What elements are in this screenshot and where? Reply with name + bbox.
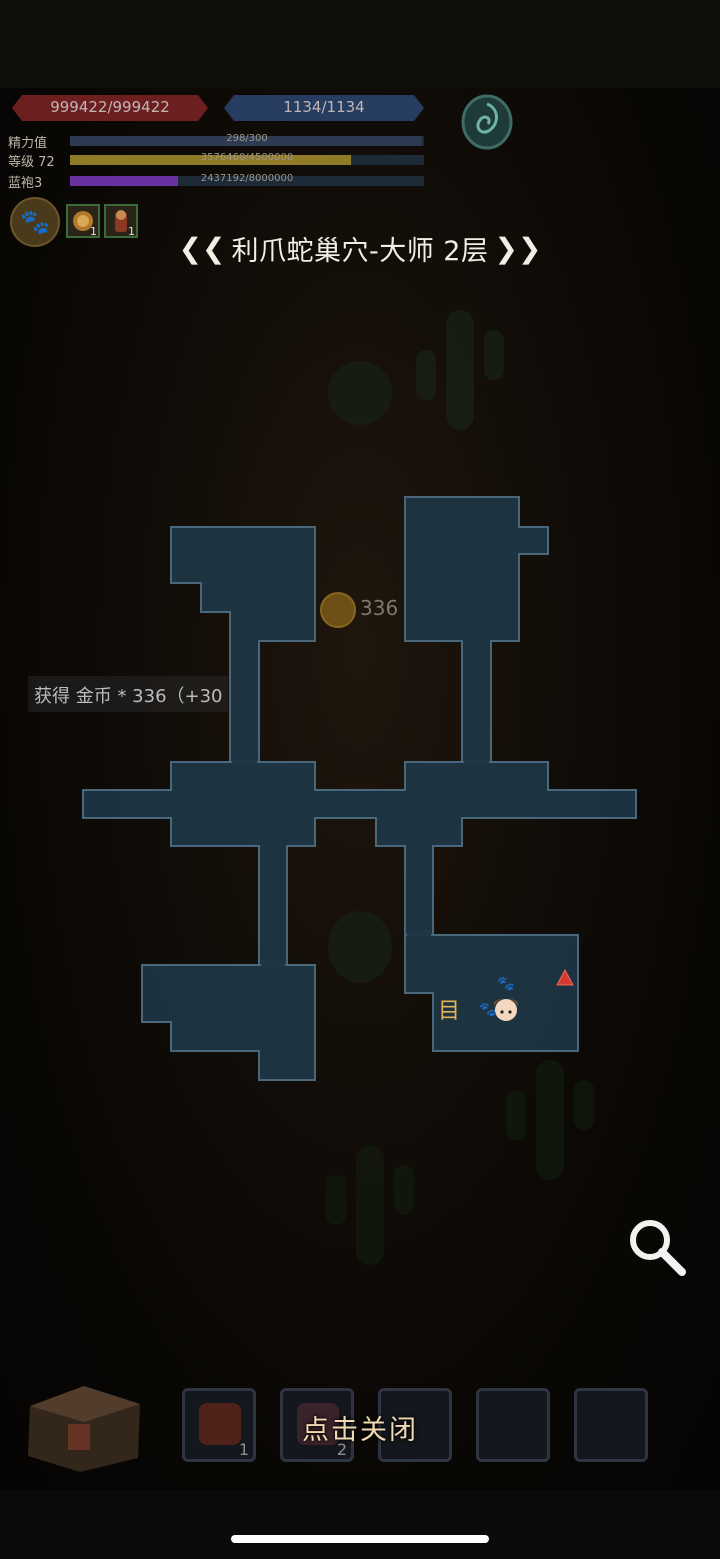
slot-count: 1: [238, 1440, 249, 1459]
inventory-slot-5[interactable]: [574, 1388, 648, 1462]
paw-marker: 🐾: [479, 1002, 496, 1018]
paw-marker: 🐾: [497, 976, 514, 992]
home-indicator[interactable]: [231, 1535, 489, 1543]
map-room-lower-left: [141, 964, 316, 1081]
ladder-marker[interactable]: 目: [438, 999, 460, 1024]
tap-to-close-button[interactable]: 点击关闭: [260, 1408, 460, 1447]
game-screen[interactable]: 999422/999422 1134/1134 精力值 298/300 等级 7…: [0, 0, 720, 1559]
potion-icon: [199, 1403, 241, 1445]
bottom-bar: [0, 1490, 720, 1559]
inventory-slot-4[interactable]: [476, 1388, 550, 1462]
search-icon[interactable]: [624, 1214, 690, 1280]
map-room-upper-left: [170, 526, 316, 763]
dungeon-map[interactable]: 目 🐾 🐾: [0, 0, 720, 1559]
map-room-upper-right: [404, 496, 549, 763]
backpack-chest-icon[interactable]: [20, 1366, 148, 1476]
map-room-lower-right: [404, 934, 579, 1052]
inventory-slot-1[interactable]: 1: [182, 1388, 256, 1462]
